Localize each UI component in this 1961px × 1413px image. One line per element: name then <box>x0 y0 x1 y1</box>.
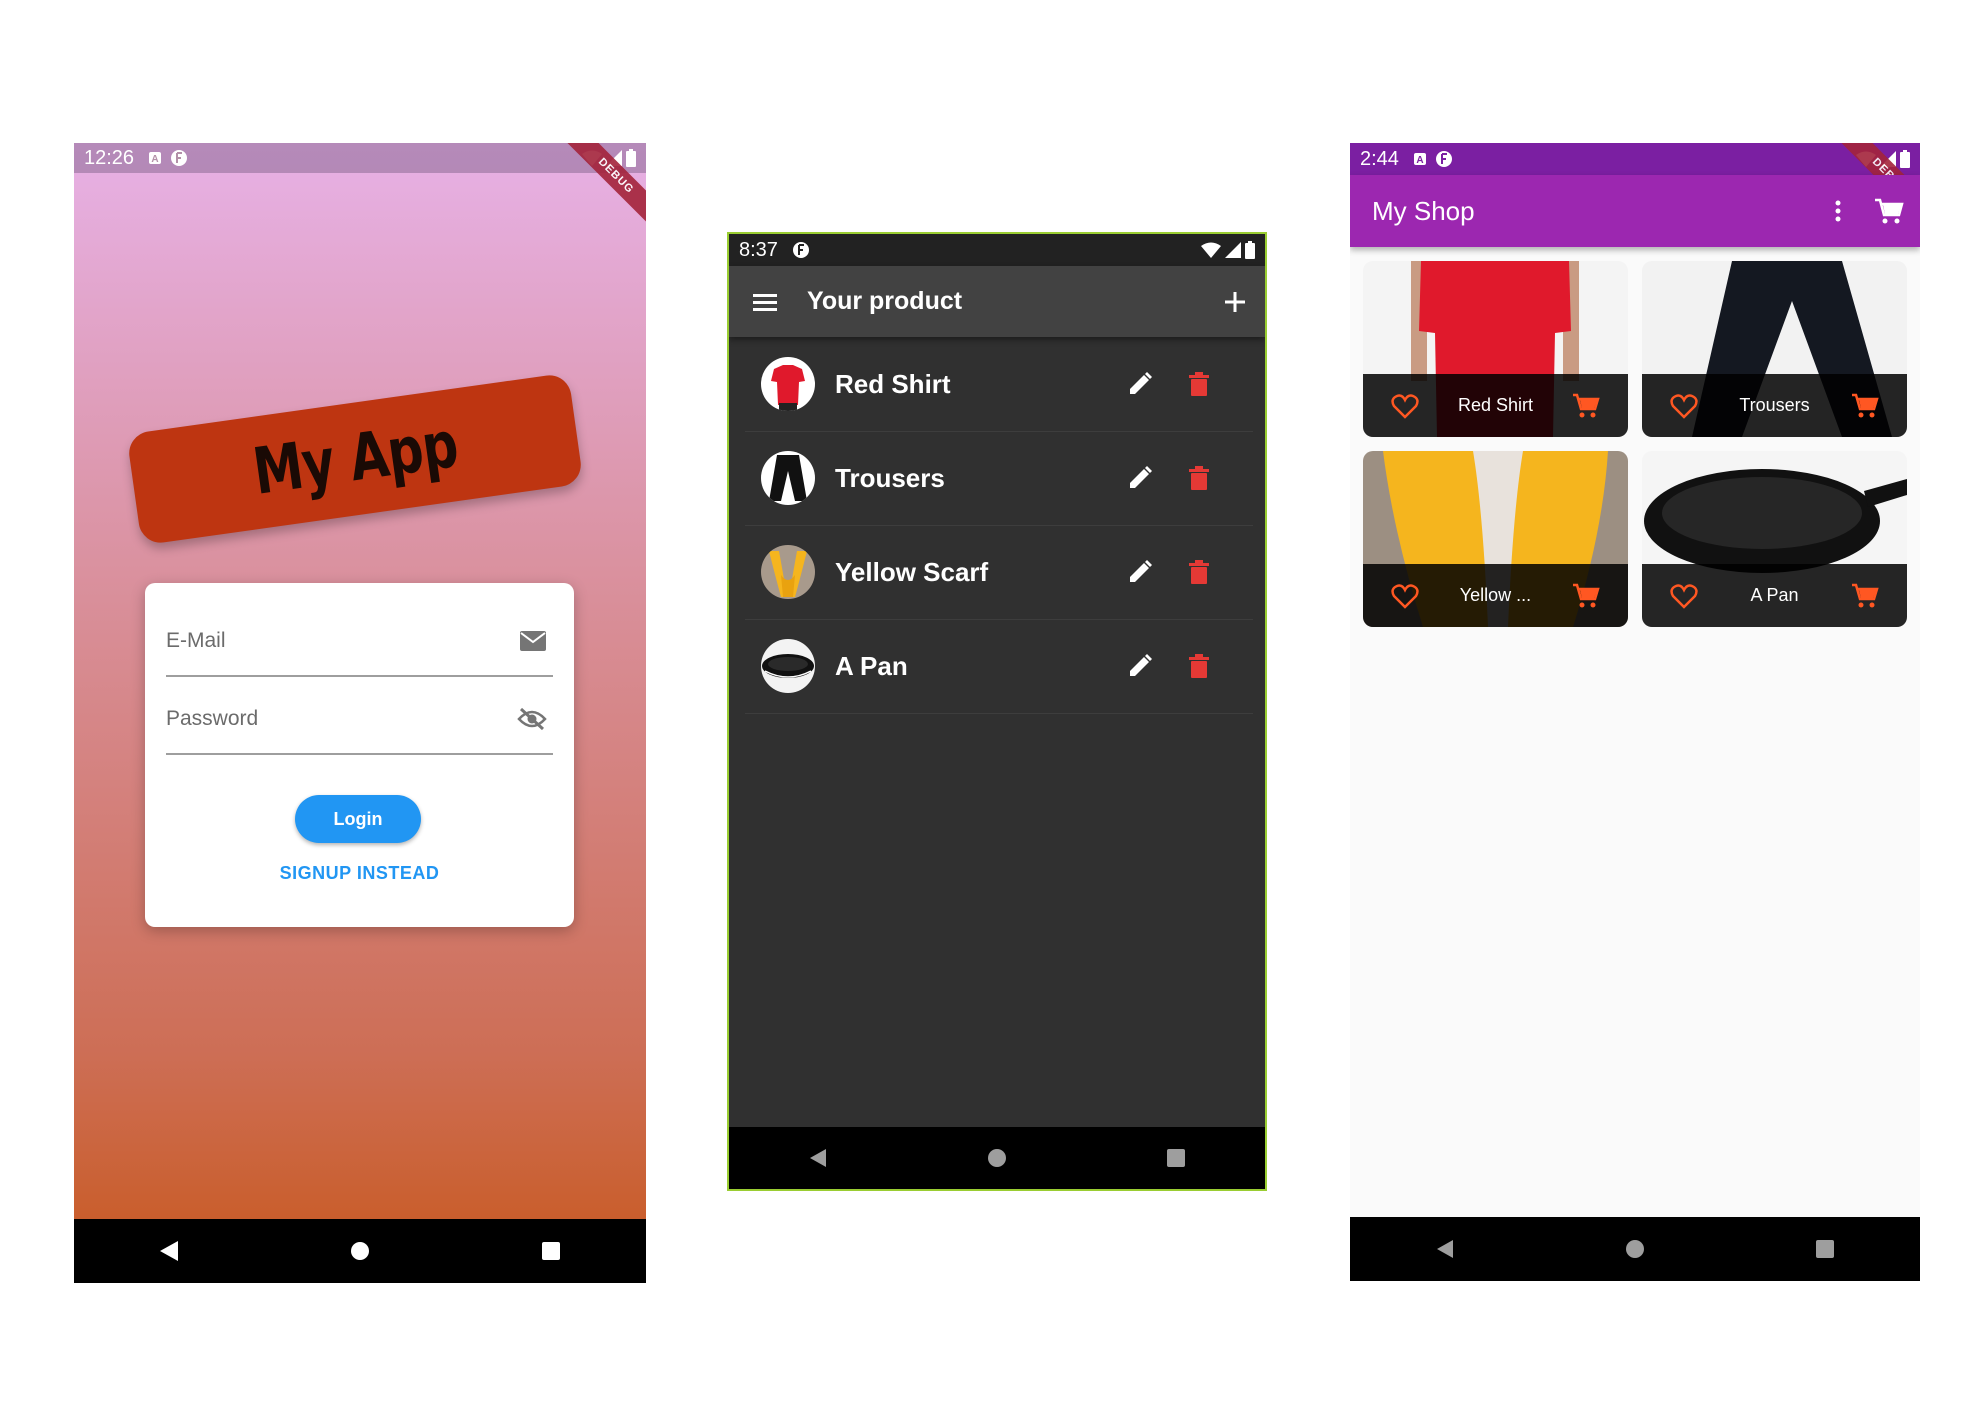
login-button[interactable]: Login <box>295 795 421 843</box>
product-name: Yellow ... <box>1459 585 1532 605</box>
product-name: Trousers <box>835 462 945 493</box>
edit-icon[interactable] <box>1127 371 1153 397</box>
trousers-thumbnail <box>761 451 815 505</box>
list-item[interactable]: Red Shirt <box>745 337 1253 432</box>
list-item[interactable]: Trousers <box>745 431 1253 526</box>
signup-instead-button[interactable]: SIGNUP INSTEAD <box>145 863 574 884</box>
delete-icon[interactable] <box>1189 560 1209 584</box>
login-phone-screen: 12:26 A DEBUG My App E-Mail Password Log… <box>74 143 646 1283</box>
home-icon[interactable] <box>1625 1239 1645 1259</box>
app-bar: Your product <box>729 266 1265 337</box>
tile-footer: Yellow ... <box>1363 564 1628 627</box>
shop-phone-screen: 2:44 A DEBUG My Shop Red Shirt <box>1350 143 1920 1281</box>
tile-footer: A Pan <box>1642 564 1907 627</box>
status-time: 8:37 <box>739 238 778 261</box>
delete-icon[interactable] <box>1189 654 1209 678</box>
home-icon[interactable] <box>349 1240 371 1262</box>
product-name: Yellow Scarf <box>835 556 989 587</box>
status-time: 12:26 <box>84 146 135 169</box>
product-name: Trousers <box>1739 395 1810 415</box>
product-tile[interactable]: Red Shirt <box>1363 261 1628 437</box>
system-nav-bar <box>1350 1217 1920 1281</box>
status-bar: 8:37 <box>729 234 1265 266</box>
flutter-status-icon <box>792 241 810 259</box>
menu-icon[interactable] <box>751 291 779 313</box>
product-name: A Pan <box>835 650 908 681</box>
add-to-cart-icon[interactable] <box>1572 583 1600 609</box>
battery-icon <box>626 149 636 167</box>
notification-a-icon: A <box>1413 152 1427 166</box>
svg-text:A: A <box>1416 155 1423 166</box>
recents-icon[interactable] <box>540 1240 562 1262</box>
add-to-cart-icon[interactable] <box>1851 393 1879 419</box>
cart-icon[interactable] <box>1874 197 1904 225</box>
flutter-status-icon <box>170 149 188 167</box>
list-item[interactable]: A Pan <box>745 619 1253 714</box>
back-icon[interactable] <box>158 1240 180 1262</box>
add-to-cart-icon[interactable] <box>1851 583 1879 609</box>
auth-card: E-Mail Password Login SIGNUP INSTEAD <box>145 583 574 927</box>
app-bar: My Shop <box>1350 175 1920 247</box>
status-time: 2:44 <box>1360 147 1399 170</box>
yellow-scarf-thumbnail <box>761 545 815 599</box>
page-title: Your product <box>807 287 963 315</box>
status-bar: 2:44 A <box>1350 143 1920 175</box>
edit-icon[interactable] <box>1127 465 1153 491</box>
battery-icon <box>1245 241 1255 259</box>
edit-icon[interactable] <box>1127 653 1153 679</box>
visibility-off-icon[interactable] <box>517 707 547 731</box>
recents-icon[interactable] <box>1166 1148 1186 1168</box>
wifi-icon <box>1201 242 1221 258</box>
app-logo-banner: My App <box>126 372 584 546</box>
password-field[interactable]: Password <box>166 685 553 755</box>
page-title: My Shop <box>1372 195 1475 226</box>
favorite-border-icon[interactable] <box>1391 583 1419 609</box>
list-item[interactable]: Yellow Scarf <box>745 525 1253 620</box>
flutter-status-icon <box>1435 150 1453 168</box>
product-name: Red Shirt <box>1457 395 1534 415</box>
recents-icon[interactable] <box>1815 1239 1835 1259</box>
red-shirt-thumbnail <box>761 357 815 411</box>
status-bar: 12:26 A <box>74 143 646 173</box>
favorite-border-icon[interactable] <box>1391 393 1419 419</box>
product-tile[interactable]: Trousers <box>1642 261 1907 437</box>
product-tile[interactable]: Yellow ... <box>1363 451 1628 627</box>
notification-a-icon: A <box>148 151 162 165</box>
svg-text:A: A <box>151 154 158 165</box>
battery-icon <box>1900 150 1910 168</box>
tile-footer: Trousers <box>1642 374 1907 437</box>
signal-icon <box>1225 242 1241 258</box>
favorite-border-icon[interactable] <box>1670 393 1698 419</box>
more-vert-icon[interactable] <box>1834 199 1842 223</box>
add-to-cart-icon[interactable] <box>1572 393 1600 419</box>
password-label: Password <box>166 707 259 730</box>
app-logo-text: My App <box>248 408 462 510</box>
pan-thumbnail <box>761 639 815 693</box>
email-label: E-Mail <box>166 629 226 652</box>
system-nav-bar <box>729 1127 1265 1189</box>
delete-icon[interactable] <box>1189 372 1209 396</box>
home-icon[interactable] <box>987 1148 1007 1168</box>
product-name: Red Shirt <box>835 368 951 399</box>
product-tile[interactable]: A Pan <box>1642 451 1907 627</box>
mail-icon <box>519 630 547 652</box>
add-icon[interactable] <box>1223 290 1247 314</box>
back-icon[interactable] <box>1435 1239 1455 1259</box>
edit-icon[interactable] <box>1127 559 1153 585</box>
tile-footer: Red Shirt <box>1363 374 1628 437</box>
email-field[interactable]: E-Mail <box>166 607 553 677</box>
favorite-border-icon[interactable] <box>1670 583 1698 609</box>
delete-icon[interactable] <box>1189 466 1209 490</box>
system-nav-bar <box>74 1219 646 1283</box>
back-icon[interactable] <box>808 1148 828 1168</box>
product-name: A Pan <box>1750 585 1799 605</box>
products-phone-screen: 8:37 Your product Red Shirt Trousers Yel… <box>727 232 1267 1191</box>
